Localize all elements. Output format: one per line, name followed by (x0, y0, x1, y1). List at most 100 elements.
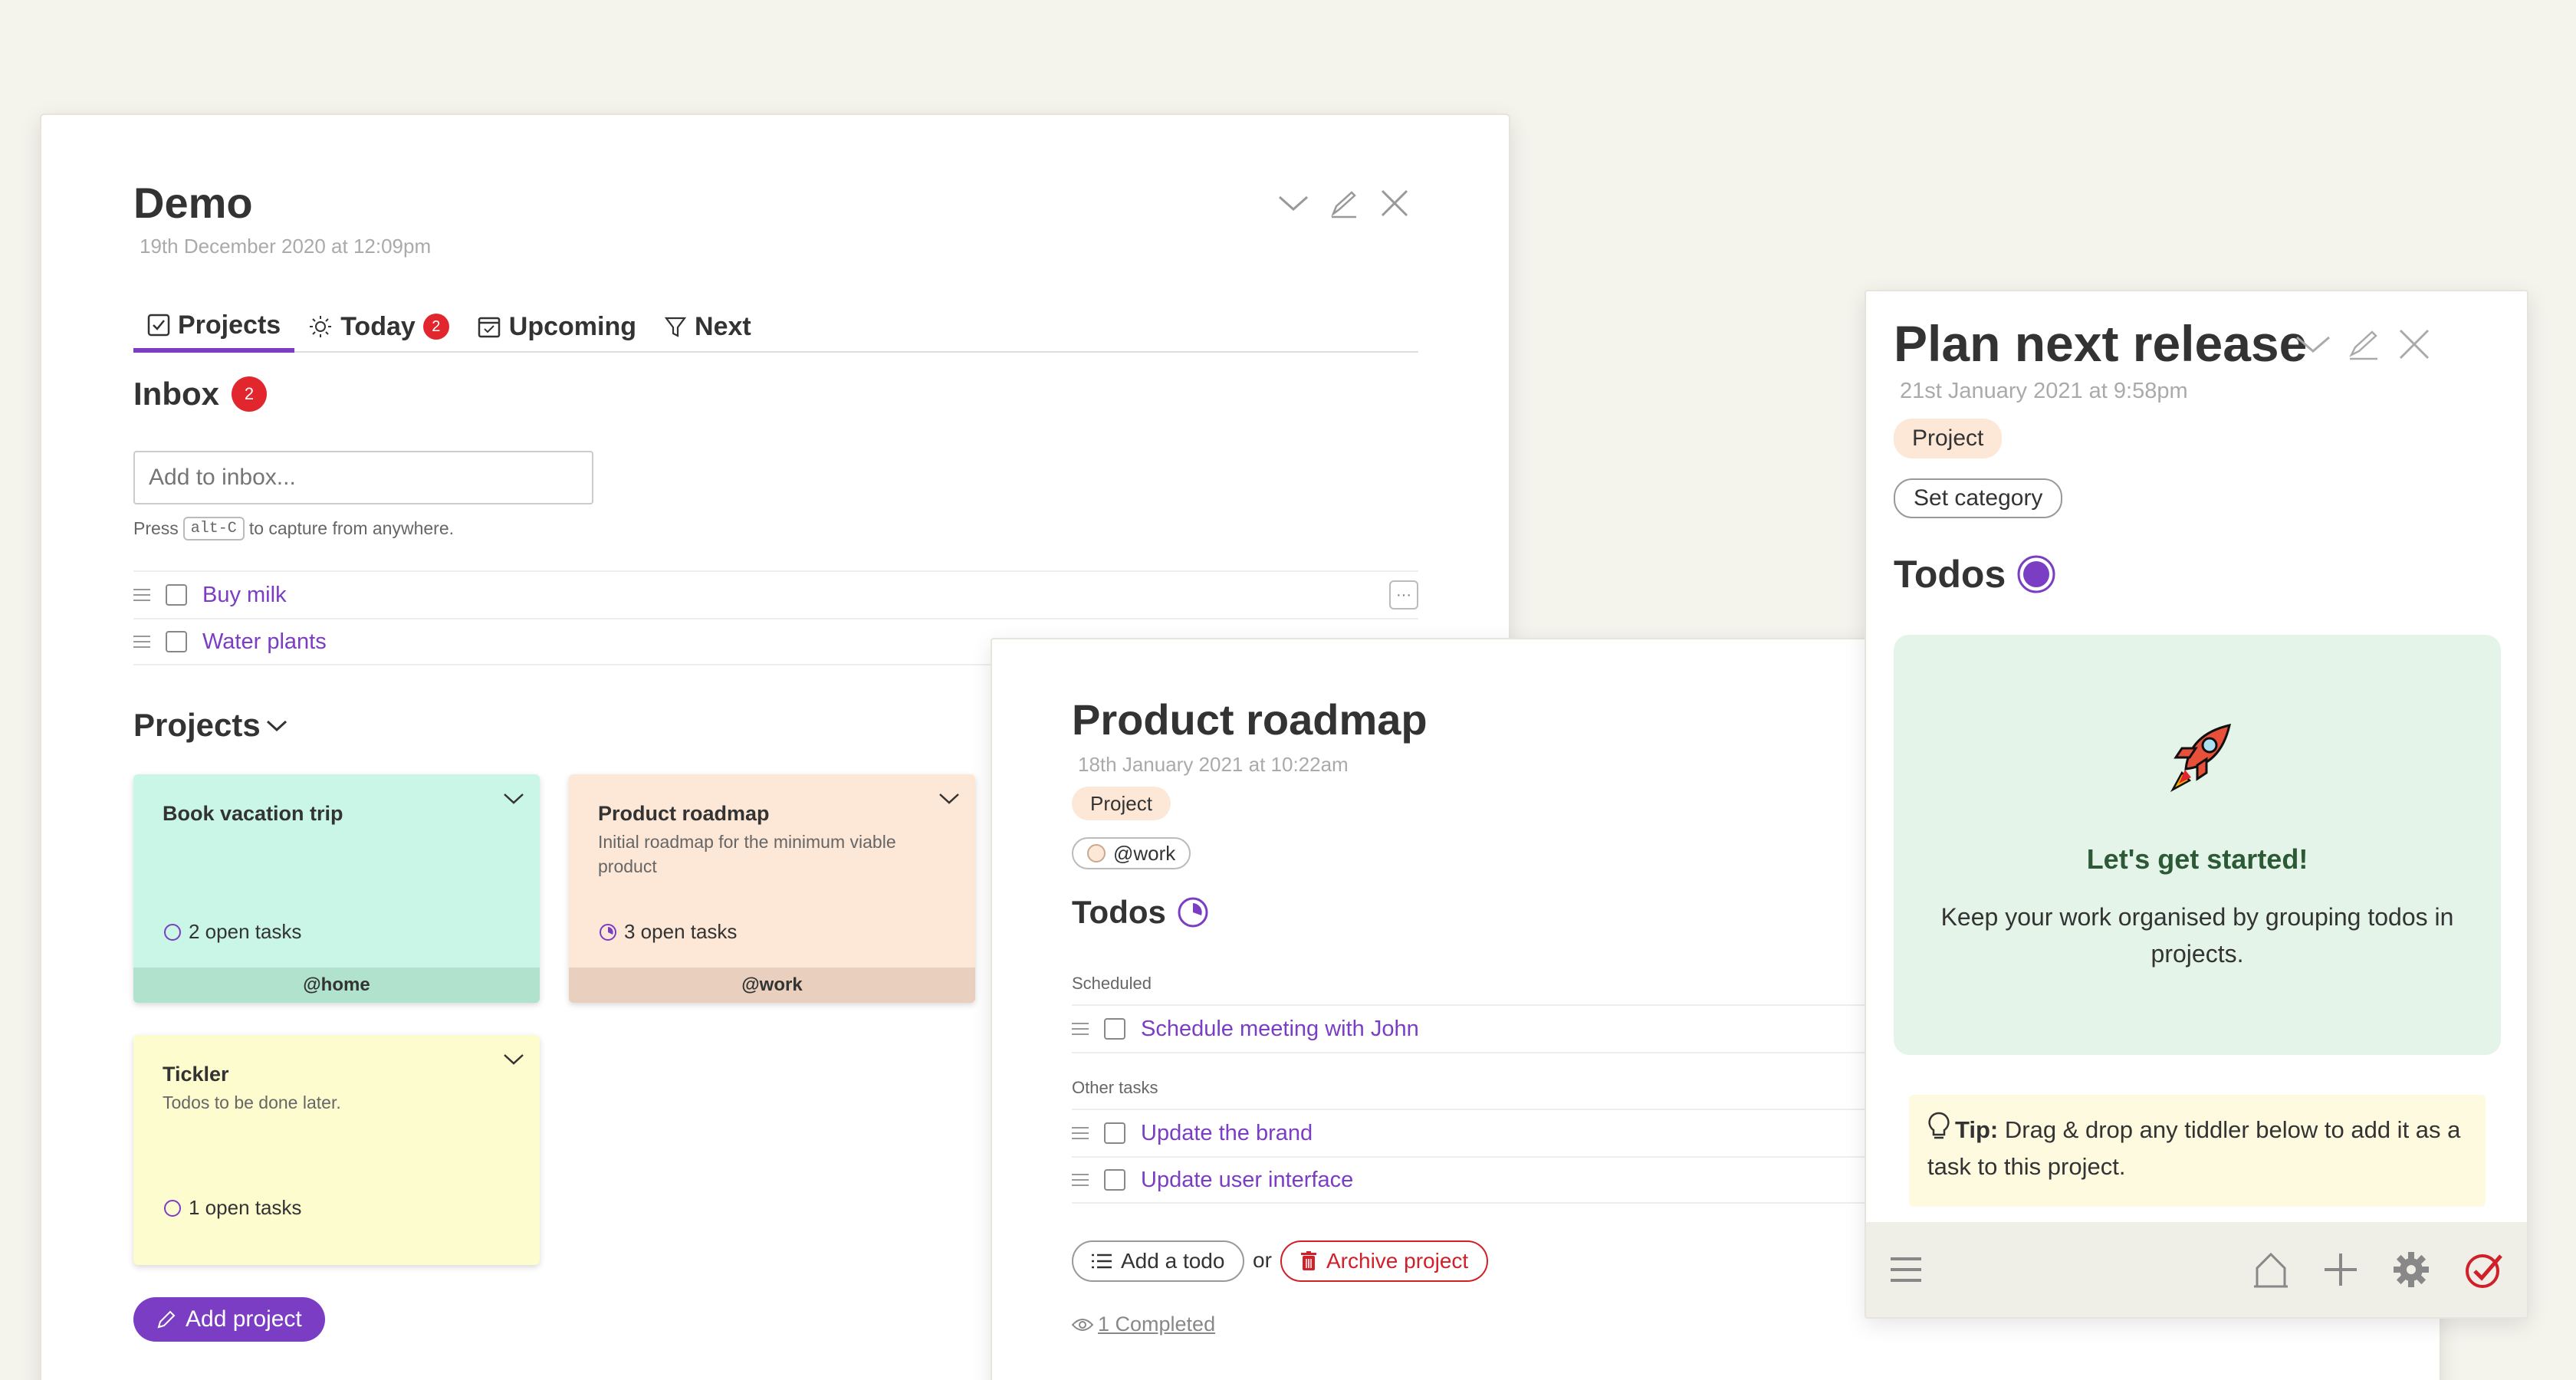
project-description: Initial roadmap for the minimum viable p… (598, 832, 896, 876)
trash-icon (1300, 1251, 1317, 1271)
work-tag-label: @work (1113, 841, 1176, 865)
demo-controls (1276, 186, 1412, 221)
tip-box: Tip: Drag & drop any tiddler below to ad… (1909, 1095, 2486, 1207)
filter-icon (664, 315, 687, 338)
plus-icon[interactable] (2323, 1252, 2358, 1287)
chevron-down-icon (265, 718, 288, 733)
tab-label: Next (695, 311, 751, 341)
tab-next[interactable]: Next (650, 302, 765, 351)
section-other: Other tasks (1072, 1078, 1158, 1097)
tab-label: Today (340, 311, 416, 341)
tab-upcoming[interactable]: Upcoming (463, 302, 650, 351)
todo-link[interactable]: Schedule meeting with John (1141, 1017, 1419, 1042)
plan-title: Plan next release (1894, 315, 2308, 372)
close-icon[interactable] (1377, 186, 1412, 221)
eye-icon (1072, 1317, 1093, 1332)
plan-date: 21st January 2021 at 9:58pm (1900, 379, 2188, 403)
projects-title: Projects (133, 707, 261, 743)
todo-checkbox[interactable] (1104, 1169, 1125, 1191)
demo-date: 19th December 2020 at 12:09pm (140, 235, 432, 258)
empty-state-title: Let's get started! (2086, 843, 2308, 875)
progress-ring-icon (598, 922, 618, 942)
completed-label: 1 Completed (1098, 1313, 1216, 1336)
project-card[interactable]: Tickler Todos to be done later. 1 open t… (133, 1035, 540, 1265)
archive-label: Archive project (1326, 1249, 1469, 1273)
chevron-down-icon[interactable] (934, 784, 964, 814)
progress-ring-icon (1177, 896, 1209, 928)
empty-state-text: Keep your work organised by grouping tod… (1940, 903, 2454, 968)
inbox-heading: Inbox 2 (133, 376, 267, 412)
project-tag[interactable]: Project (1894, 419, 2003, 458)
roadmap-date: 18th January 2021 at 10:22am (1078, 753, 1349, 776)
drag-handle-icon[interactable] (1072, 1126, 1089, 1140)
edit-icon[interactable] (2346, 327, 2381, 362)
menu-icon[interactable] (1889, 1256, 1923, 1283)
gear-icon[interactable] (2392, 1250, 2430, 1289)
rocket-icon (2159, 719, 2236, 796)
open-tasks-label: 2 open tasks (189, 920, 302, 943)
bottom-toolbar (1866, 1222, 2527, 1317)
chevron-down-icon[interactable] (1276, 186, 1311, 221)
todo-link[interactable]: Update the brand (1141, 1121, 1313, 1146)
archive-project-button[interactable]: Archive project (1280, 1240, 1489, 1282)
add-todo-button[interactable]: Add a todo (1072, 1240, 1245, 1282)
work-tag[interactable]: @work (1072, 837, 1191, 869)
more-icon[interactable]: ··· (1389, 580, 1418, 610)
open-tasks-label: 1 open tasks (189, 1196, 302, 1219)
todo-link[interactable]: Buy milk (202, 583, 287, 608)
open-tasks: 3 open tasks (598, 920, 737, 944)
edit-icon[interactable] (1326, 186, 1362, 221)
drag-handle-icon[interactable] (1072, 1022, 1089, 1036)
todo-link[interactable]: Water plants (202, 629, 327, 655)
progress-ring-icon (163, 1198, 182, 1218)
sun-icon (308, 314, 333, 339)
completed-toggle[interactable]: 1 Completed (1072, 1313, 1215, 1336)
drag-handle-icon[interactable] (1072, 1173, 1089, 1187)
open-tasks: 1 open tasks (163, 1196, 301, 1220)
plan-tiddler: Plan next release 21st January 2021 at 9… (1865, 290, 2528, 1319)
check-circle-icon[interactable] (2464, 1250, 2504, 1290)
chevron-down-icon[interactable] (498, 784, 529, 814)
project-card[interactable]: Product roadmap Initial roadmap for the … (569, 774, 975, 1003)
progress-ring-icon (163, 922, 182, 942)
drag-handle-icon[interactable] (133, 635, 150, 649)
todos-title: Todos (1072, 894, 1166, 930)
project-title: Tickler (163, 1063, 229, 1086)
projects-heading[interactable]: Projects (133, 707, 288, 744)
set-category-button[interactable]: Set category (1894, 478, 2063, 518)
hint-shortcut: alt-C (182, 517, 245, 540)
tab-bar: Projects Today 2 Upcoming Next (133, 302, 1418, 353)
todo-checkbox[interactable] (166, 631, 187, 652)
calendar-icon (477, 314, 501, 339)
plan-controls (2295, 327, 2432, 362)
tab-today[interactable]: Today 2 (294, 302, 463, 351)
tip-text: Drag & drop any tiddler below to add it … (1927, 1116, 2461, 1180)
tab-projects[interactable]: Projects (133, 302, 295, 353)
todo-checkbox[interactable] (1104, 1122, 1125, 1144)
project-tag: @work (569, 968, 975, 1003)
lightbulb-icon (1927, 1112, 1950, 1141)
chevron-down-icon[interactable] (2295, 327, 2331, 362)
add-project-button[interactable]: Add project (133, 1297, 325, 1342)
open-tasks-label: 3 open tasks (624, 920, 738, 943)
demo-title: Demo (133, 179, 253, 227)
close-icon[interactable] (2397, 327, 2432, 362)
chevron-down-icon[interactable] (498, 1044, 529, 1075)
inbox-input[interactable] (133, 451, 593, 504)
project-card[interactable]: Book vacation trip 2 open tasks @home (133, 774, 540, 1003)
project-tag[interactable]: Project (1072, 787, 1171, 820)
home-icon[interactable] (2252, 1251, 2289, 1288)
inbox-hint: Press alt-C to capture from anywhere. (133, 517, 454, 540)
project-tag: @home (133, 968, 540, 1003)
project-description: Todos to be done later. (163, 1092, 341, 1112)
tab-label: Upcoming (508, 311, 637, 341)
todo-link[interactable]: Update user interface (1141, 1168, 1353, 1193)
todos-title: Todos (1894, 553, 2006, 596)
or-text: or (1253, 1248, 1272, 1272)
todo-checkbox[interactable] (1104, 1018, 1125, 1040)
inbox-badge: 2 (232, 376, 267, 412)
roadmap-title: Product roadmap (1072, 695, 1428, 744)
project-title: Book vacation trip (163, 802, 343, 825)
drag-handle-icon[interactable] (133, 588, 150, 602)
todo-checkbox[interactable] (166, 584, 187, 606)
